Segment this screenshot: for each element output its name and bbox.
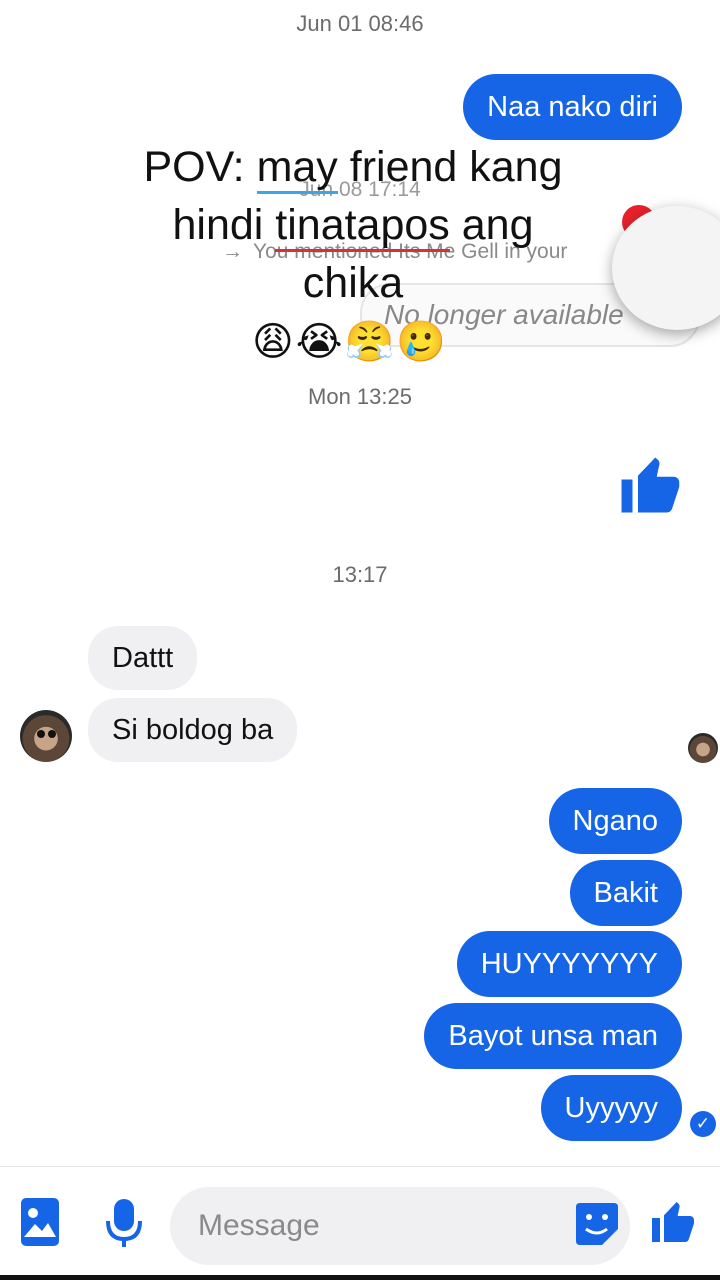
caption-text-underlined: tinatapos xyxy=(275,201,450,252)
message-composer xyxy=(0,1166,720,1280)
caption-line-2: hindi tinatapos ang xyxy=(90,196,616,254)
caption-text: hindi xyxy=(172,201,276,249)
caption-text: ang xyxy=(449,201,534,249)
caption-text-underlined: may xyxy=(256,143,338,194)
caption-overlay: POV: may friend kang hindi tinatapos ang… xyxy=(90,138,616,312)
caption-line-3: chika xyxy=(302,259,404,307)
avatar-eye xyxy=(37,730,45,738)
voice-button[interactable] xyxy=(104,1197,144,1254)
like-button[interactable] xyxy=(648,1197,696,1252)
gallery-button[interactable] xyxy=(20,1197,60,1252)
thumbs-up-icon xyxy=(621,457,680,513)
outgoing-message[interactable]: Uyyyyy xyxy=(540,1075,682,1141)
read-receipt-avatar xyxy=(688,733,718,763)
avatar[interactable] xyxy=(20,710,72,762)
outgoing-message[interactable]: Bakit xyxy=(569,860,682,926)
message-input[interactable] xyxy=(170,1187,630,1265)
sticker-button[interactable] xyxy=(574,1201,620,1252)
outgoing-message[interactable]: HUYYYYYYY xyxy=(456,931,682,997)
timestamp-second: Mon 13:25 xyxy=(308,384,412,409)
caption-line-1: POV: may friend kang xyxy=(90,138,616,196)
gallery-icon xyxy=(21,1198,59,1246)
sticker-icon xyxy=(576,1203,618,1245)
screen-bottom-edge xyxy=(0,1275,720,1280)
caption-text: POV: xyxy=(143,143,257,191)
incoming-message[interactable]: Dattt xyxy=(88,626,198,690)
timestamp-third: 13:17 xyxy=(332,562,388,587)
thumbs-up-icon xyxy=(652,1202,694,1242)
caption-text: friend kang xyxy=(337,143,563,191)
avatar-eye xyxy=(48,730,56,738)
microphone-icon xyxy=(106,1199,142,1247)
outgoing-message[interactable]: Bayot unsa man xyxy=(424,1003,682,1069)
thumbs-up-sticker[interactable] xyxy=(616,452,682,523)
timestamp-first: Jun 01 08:46 xyxy=(296,11,424,36)
caption-emojis: 😩😭😤🥲 xyxy=(252,319,449,365)
incoming-message[interactable]: Si boldog ba xyxy=(88,698,298,762)
outgoing-message[interactable]: Naa nako diri xyxy=(463,74,682,140)
sent-check-icon: ✓ xyxy=(690,1111,716,1137)
outgoing-message[interactable]: Ngano xyxy=(548,788,682,854)
